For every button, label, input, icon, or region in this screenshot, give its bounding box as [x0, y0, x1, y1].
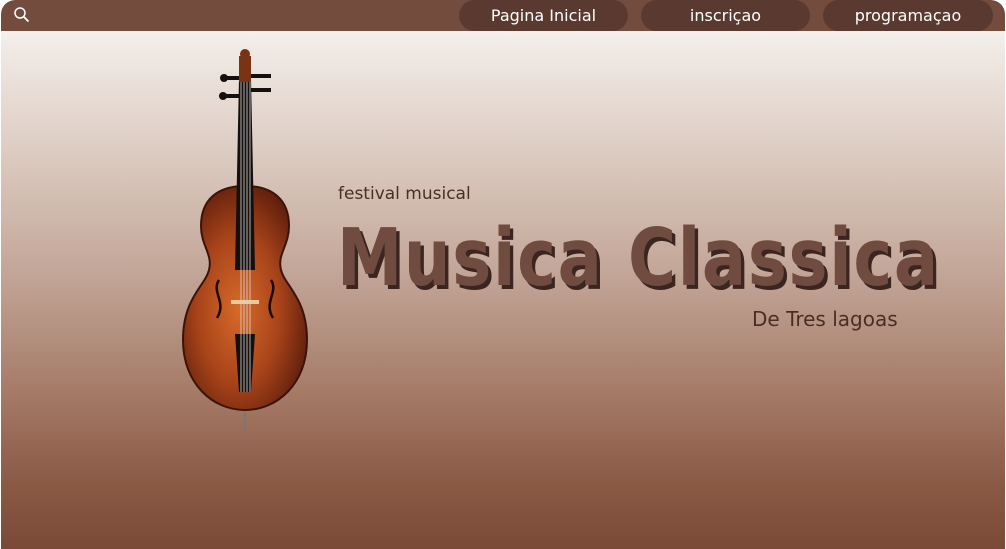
page: Pagina Inicial inscriçao programaçao fes… [1, 0, 1005, 549]
search-icon[interactable] [13, 6, 31, 24]
nav-registration-button[interactable]: inscriçao [641, 0, 810, 31]
cello-image [181, 49, 309, 430]
nav-program-button[interactable]: programaçao [823, 0, 993, 31]
festival-subtitle: festival musical [338, 184, 471, 204]
top-navigation-bar: Pagina Inicial inscriçao programaçao [1, 0, 1005, 31]
nav-home-button[interactable]: Pagina Inicial [459, 0, 628, 31]
festival-location: De Tres lagoas [752, 307, 898, 331]
festival-title: Musica Classica [337, 212, 940, 304]
